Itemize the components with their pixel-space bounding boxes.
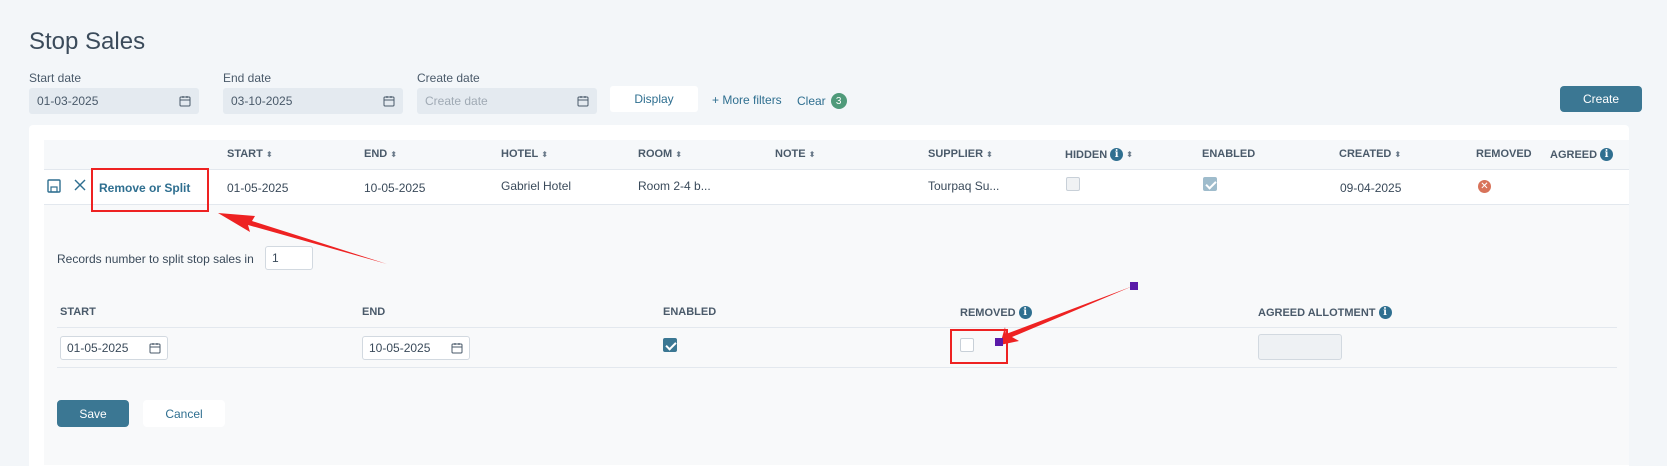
split-column-end: END: [362, 306, 385, 318]
calendar-icon[interactable]: [451, 342, 463, 354]
column-supplier[interactable]: SUPPLIER ⬍: [928, 148, 993, 160]
split-column-start-label: START: [60, 306, 96, 318]
sort-icon: ⬍: [808, 149, 816, 159]
info-icon[interactable]: i: [1600, 148, 1614, 161]
split-start-date-input[interactable]: 01-05-2025: [60, 336, 168, 360]
column-agreed-label: AGREED: [1550, 148, 1598, 161]
column-enabled-label: ENABLED: [1202, 148, 1256, 160]
create-button[interactable]: Create: [1560, 86, 1642, 112]
close-icon[interactable]: [74, 179, 86, 191]
column-removed-label: REMOVED: [1476, 148, 1532, 160]
records-number-input[interactable]: 1: [265, 246, 313, 270]
save-icon[interactable]: [47, 179, 61, 193]
calendar-icon[interactable]: [179, 95, 191, 107]
create-date-label: Create date: [417, 71, 480, 85]
split-column-agreed-allotment-label: AGREED ALLOTMENT: [1258, 306, 1376, 319]
filter-count-badge: 3: [830, 93, 847, 109]
split-enabled-checkbox[interactable]: [663, 338, 677, 352]
end-date-value: 03-10-2025: [231, 94, 293, 108]
column-removed: REMOVED: [1476, 148, 1532, 160]
split-header-divider: [57, 327, 1617, 328]
annotation-highlight-box: [950, 329, 1008, 364]
column-created-label: CREATED: [1339, 148, 1392, 160]
create-date-placeholder: Create date: [425, 94, 488, 108]
calendar-icon[interactable]: [577, 95, 589, 107]
sort-icon: ⬍: [1126, 150, 1133, 159]
column-start[interactable]: START ⬍: [227, 148, 273, 160]
column-created[interactable]: CREATED ⬍: [1339, 148, 1401, 160]
column-note[interactable]: NOTE ⬍: [775, 148, 815, 160]
info-icon[interactable]: i: [1378, 306, 1392, 319]
end-date-label: End date: [223, 71, 272, 85]
cancel-button[interactable]: Cancel: [143, 400, 225, 427]
split-column-enabled-label: ENABLED: [663, 306, 717, 318]
sort-icon: ⬍: [390, 149, 397, 159]
column-hotel[interactable]: HOTEL ⬍: [501, 148, 548, 160]
split-end-date-input[interactable]: 10-05-2025: [362, 336, 470, 360]
records-number-label: Records number to split stop sales in: [57, 252, 254, 266]
info-icon[interactable]: i: [1110, 148, 1124, 161]
info-icon[interactable]: i: [1018, 306, 1032, 319]
split-panel: [44, 205, 1629, 465]
clear-label: Clear: [797, 94, 826, 108]
column-room[interactable]: ROOM ⬍: [638, 148, 682, 160]
sort-icon: ⬍: [986, 149, 993, 159]
split-row-divider: [57, 367, 1617, 368]
split-column-agreed-allotment: AGREED ALLOTMENT i: [1258, 306, 1392, 319]
column-hotel-label: HOTEL: [501, 148, 539, 160]
column-agreed: AGREED i: [1550, 148, 1614, 161]
removed-x-icon: ✕: [1478, 180, 1491, 193]
clear-filters-link[interactable]: Clear 3: [797, 93, 847, 109]
start-date-value: 01-03-2025: [37, 94, 99, 108]
row-hidden-checkbox: [1066, 177, 1080, 191]
display-button[interactable]: Display: [610, 86, 698, 112]
start-date-label: Start date: [29, 71, 82, 85]
annotation-highlight-box: [91, 168, 209, 212]
sort-icon: ⬍: [675, 149, 682, 159]
start-date-filter: Start date 01-03-2025: [29, 71, 199, 114]
row-room: Room 2-4 b...: [638, 179, 711, 193]
split-column-end-label: END: [362, 306, 386, 318]
column-hidden-label: HIDDEN: [1065, 148, 1108, 161]
end-date-input[interactable]: 03-10-2025: [223, 88, 403, 114]
row-end: 10-05-2025: [364, 181, 426, 195]
end-date-filter: End date 03-10-2025: [223, 71, 403, 114]
split-column-removed: REMOVED i: [960, 306, 1032, 319]
records-number-value: 1: [272, 251, 279, 265]
header-divider: [44, 169, 1629, 170]
column-supplier-label: SUPPLIER: [928, 148, 984, 160]
row-created: 09-04-2025: [1340, 181, 1402, 195]
create-date-filter: Create date Create date: [417, 71, 597, 114]
column-end[interactable]: END ⬍: [364, 148, 397, 160]
split-column-start: START: [60, 306, 96, 318]
split-column-removed-label: REMOVED: [960, 306, 1016, 319]
row-start: 01-05-2025: [227, 181, 289, 195]
row-enabled-checkbox: [1203, 177, 1217, 191]
split-start-value: 01-05-2025: [67, 341, 129, 355]
sort-icon: ⬍: [265, 149, 273, 159]
column-start-label: START: [227, 148, 263, 160]
split-column-enabled: ENABLED: [663, 306, 716, 318]
column-room-label: ROOM: [638, 148, 673, 160]
split-end-value: 10-05-2025: [369, 341, 431, 355]
agreed-allotment-input[interactable]: [1258, 334, 1342, 360]
column-hidden[interactable]: HIDDEN i ⬍: [1065, 148, 1133, 161]
more-filters-link[interactable]: + More filters: [712, 93, 782, 107]
page-title: Stop Sales: [29, 28, 146, 55]
column-enabled: ENABLED: [1202, 148, 1255, 160]
calendar-icon[interactable]: [149, 342, 161, 354]
create-date-input[interactable]: Create date: [417, 88, 597, 114]
column-note-label: NOTE: [775, 148, 806, 160]
row-hotel: Gabriel Hotel: [501, 179, 572, 193]
sort-icon: ⬍: [541, 149, 548, 159]
column-end-label: END: [364, 148, 388, 160]
row-supplier: Tourpaq Su...: [928, 179, 1000, 193]
start-date-input[interactable]: 01-03-2025: [29, 88, 199, 114]
calendar-icon[interactable]: [383, 95, 395, 107]
sort-icon: ⬍: [1394, 149, 1402, 159]
save-button[interactable]: Save: [57, 400, 129, 427]
